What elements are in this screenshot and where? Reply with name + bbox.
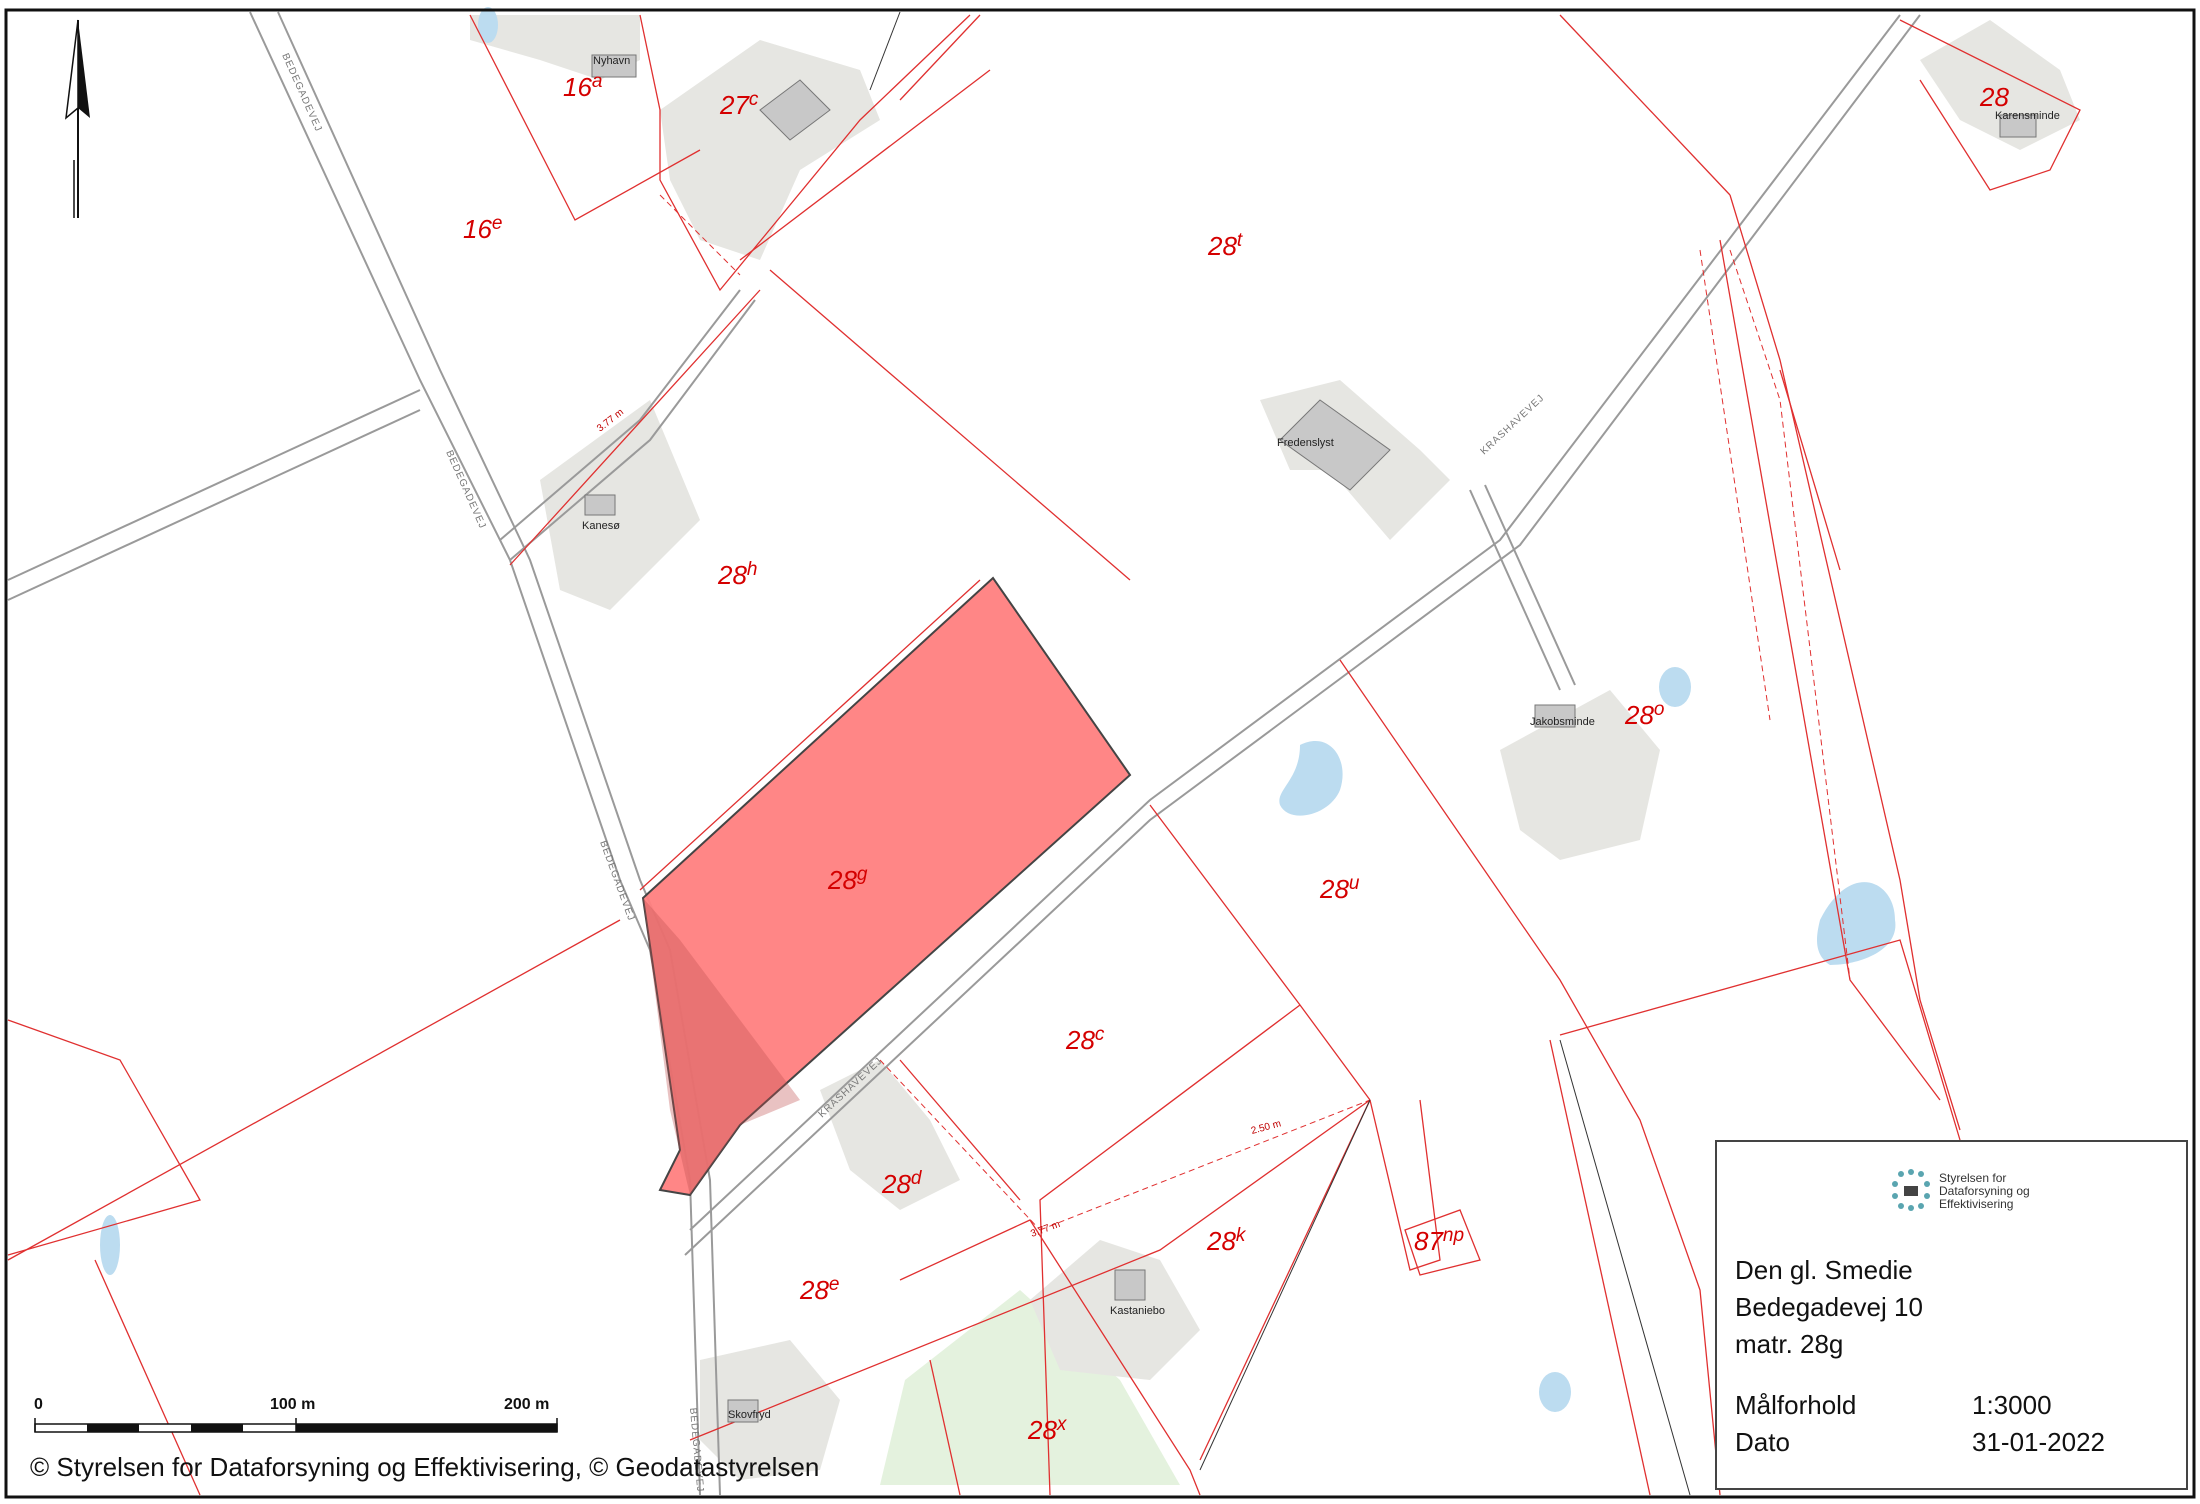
legend-title-line-3: matr. 28g <box>1735 1329 1844 1359</box>
logo-dots-icon <box>1892 1169 1930 1211</box>
building-label-kastaniebo: Kastaniebo <box>1110 1305 1165 1317</box>
legend-box: Styrelsen for Dataforsyning og Effektivi… <box>1715 1140 2188 1490</box>
building-label-skovfryd: Skovfryd <box>728 1409 771 1421</box>
scale-tick-100: 100 m <box>270 1396 316 1413</box>
legend-scale-label: Målforhold <box>1735 1390 1857 1420</box>
building-label-kaneso: Kanesø <box>582 520 620 532</box>
scale-bar-graphic <box>34 1418 558 1433</box>
building-label-jakobsminde: Jakobsminde <box>1530 716 1595 728</box>
building-label-karensminde: Karensminde <box>1995 110 2060 122</box>
agency-logo: Styrelsen for Dataforsyning og Effektivi… <box>1887 1158 2037 1218</box>
parcel-label-28-top-right: 28 <box>1979 82 2009 112</box>
building-label-nyhavn: Nyhavn <box>593 55 630 67</box>
scale-tick-0: 0 <box>34 1396 43 1413</box>
copyright-notice: © Styrelsen for Dataforsyning og Effekti… <box>30 1452 820 1482</box>
building-label-fredenslyst: Fredenslyst <box>1277 437 1334 449</box>
legend-date-label: Dato <box>1735 1427 1790 1457</box>
scale-bar: 0 100 m 200 m <box>34 1396 564 1446</box>
logo-text: Styrelsen for Dataforsyning og Effektivi… <box>1939 1171 2030 1211</box>
legend-title-line-1: Den gl. Smedie <box>1735 1255 1913 1285</box>
legend-scale-value: 1:3000 <box>1972 1390 2052 1420</box>
scale-tick-200: 200 m <box>504 1396 550 1413</box>
legend-title-line-2: Bedegadevej 10 <box>1735 1292 1923 1322</box>
legend-date-value: 31-01-2022 <box>1972 1427 2105 1457</box>
